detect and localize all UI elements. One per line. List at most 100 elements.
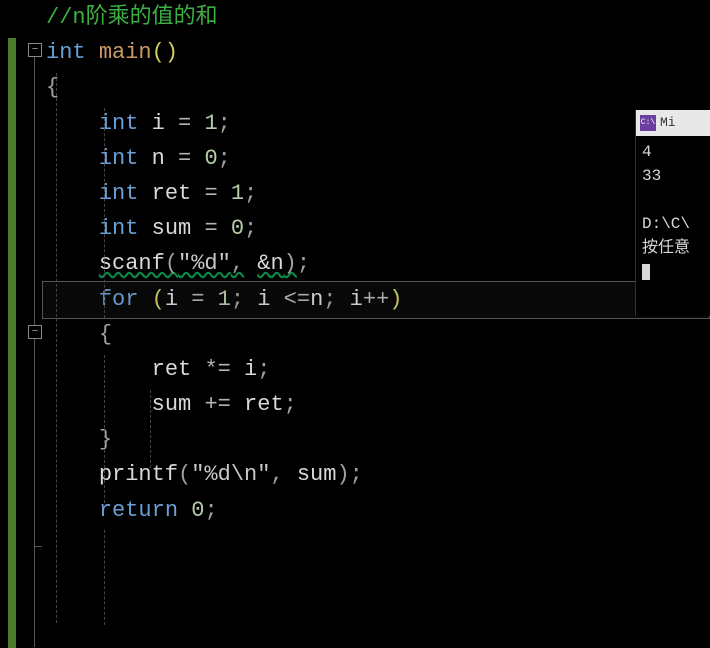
var: sum xyxy=(152,392,192,417)
code-line: int sum = 0; xyxy=(46,211,706,246)
semi: ; xyxy=(244,181,257,206)
code-line: scanf("%d", &n); xyxy=(46,246,706,281)
code-line: int n = 0; xyxy=(46,141,706,176)
indent-guide xyxy=(104,530,105,625)
op: ++ xyxy=(363,287,389,312)
indent-guide xyxy=(104,355,105,503)
func-main: main xyxy=(99,40,152,65)
console-icon: C:\ xyxy=(640,115,656,131)
paren: ) xyxy=(165,40,178,65)
var: i xyxy=(257,287,270,312)
var: i xyxy=(165,287,178,312)
var: sum xyxy=(152,216,192,241)
semi: ; xyxy=(350,462,363,487)
paren: ) xyxy=(336,462,349,487)
keyword-int: int xyxy=(46,40,86,65)
paren: ) xyxy=(389,287,402,312)
brace-close: } xyxy=(99,427,112,452)
number: 1 xyxy=(231,181,244,206)
console-line: D:\C\ xyxy=(642,212,704,236)
code-line: for (i = 1; i <=n; i++) xyxy=(46,282,706,317)
comma: , xyxy=(231,251,244,276)
console-titlebar[interactable]: C:\ Mi xyxy=(636,110,710,136)
console-line: 4 xyxy=(642,140,704,164)
indent-guide xyxy=(150,390,151,468)
op: += xyxy=(204,392,230,417)
var: sum xyxy=(297,462,337,487)
func-printf: printf xyxy=(99,462,178,487)
op: = xyxy=(191,287,204,312)
code-line: printf("%d\n", sum); xyxy=(46,457,706,492)
console-output: 4 33 D:\C\ 按任意 xyxy=(636,136,710,316)
op: *= xyxy=(204,357,230,382)
number: 0 xyxy=(231,216,244,241)
number: 1 xyxy=(204,111,217,136)
var: i xyxy=(350,287,363,312)
console-title-text: Mi xyxy=(660,113,676,134)
paren: ( xyxy=(152,40,165,65)
console-cursor xyxy=(642,260,704,284)
number: 1 xyxy=(218,287,231,312)
brace-open: { xyxy=(46,75,59,100)
comment-text: //n阶乘的值的和 xyxy=(46,5,218,30)
code-line: return 0; xyxy=(46,493,706,528)
var: i xyxy=(244,357,257,382)
fold-toggle-for[interactable]: − xyxy=(28,325,42,339)
var: n xyxy=(310,287,323,312)
semi: ; xyxy=(244,216,257,241)
semi: ; xyxy=(204,498,217,523)
op: = xyxy=(178,146,191,171)
var: n xyxy=(152,146,165,171)
fold-guide xyxy=(34,57,35,647)
number: 0 xyxy=(204,146,217,171)
semi: ; xyxy=(218,111,231,136)
op: = xyxy=(204,181,217,206)
code-line: ret *= i; xyxy=(46,352,706,387)
op: <= xyxy=(284,287,310,312)
code-line: { xyxy=(46,70,706,105)
semi: ; xyxy=(231,287,244,312)
semi: ; xyxy=(257,357,270,382)
paren: ( xyxy=(178,462,191,487)
console-line: 33 xyxy=(642,164,704,188)
func-scanf: scanf xyxy=(99,251,165,276)
semi: ; xyxy=(218,146,231,171)
indent-guide xyxy=(104,108,105,318)
string-literal: "%d\n" xyxy=(191,462,270,487)
arg: &n xyxy=(257,251,283,276)
editor-gutter: − − xyxy=(0,0,42,645)
code-line: int ret = 1; xyxy=(46,176,706,211)
paren: ( xyxy=(165,251,178,276)
code-line: } xyxy=(46,422,706,457)
code-line: //n阶乘的值的和 xyxy=(46,0,706,35)
paren: ) xyxy=(284,251,297,276)
change-indicator xyxy=(8,38,16,648)
indent-guide xyxy=(56,73,57,623)
code-line: sum += ret; xyxy=(46,387,706,422)
op: = xyxy=(178,111,191,136)
code-line: int i = 1; xyxy=(46,106,706,141)
paren: ( xyxy=(152,287,165,312)
var: ret xyxy=(152,181,192,206)
var: ret xyxy=(244,392,284,417)
op: = xyxy=(204,216,217,241)
console-window[interactable]: C:\ Mi 4 33 D:\C\ 按任意 xyxy=(635,110,710,316)
semi: ; xyxy=(284,392,297,417)
var: i xyxy=(152,111,165,136)
fold-toggle-main[interactable]: − xyxy=(28,43,42,57)
keyword-return: return xyxy=(99,498,178,523)
fold-guide xyxy=(34,546,42,547)
comma: , xyxy=(270,462,283,487)
code-line: int main() xyxy=(46,35,706,70)
code-line: { xyxy=(46,317,706,352)
semi: ; xyxy=(297,251,310,276)
var: ret xyxy=(152,357,192,382)
semi: ; xyxy=(323,287,336,312)
string-literal: "%d" xyxy=(178,251,231,276)
console-line: 按任意 xyxy=(642,236,704,260)
brace-open: { xyxy=(99,322,112,347)
console-line xyxy=(642,188,704,212)
code-editor: − − //n阶乘的值的和 int main() { int i = 1; in… xyxy=(0,0,710,645)
number: 0 xyxy=(191,498,204,523)
code-content[interactable]: //n阶乘的值的和 int main() { int i = 1; int n … xyxy=(42,0,710,645)
